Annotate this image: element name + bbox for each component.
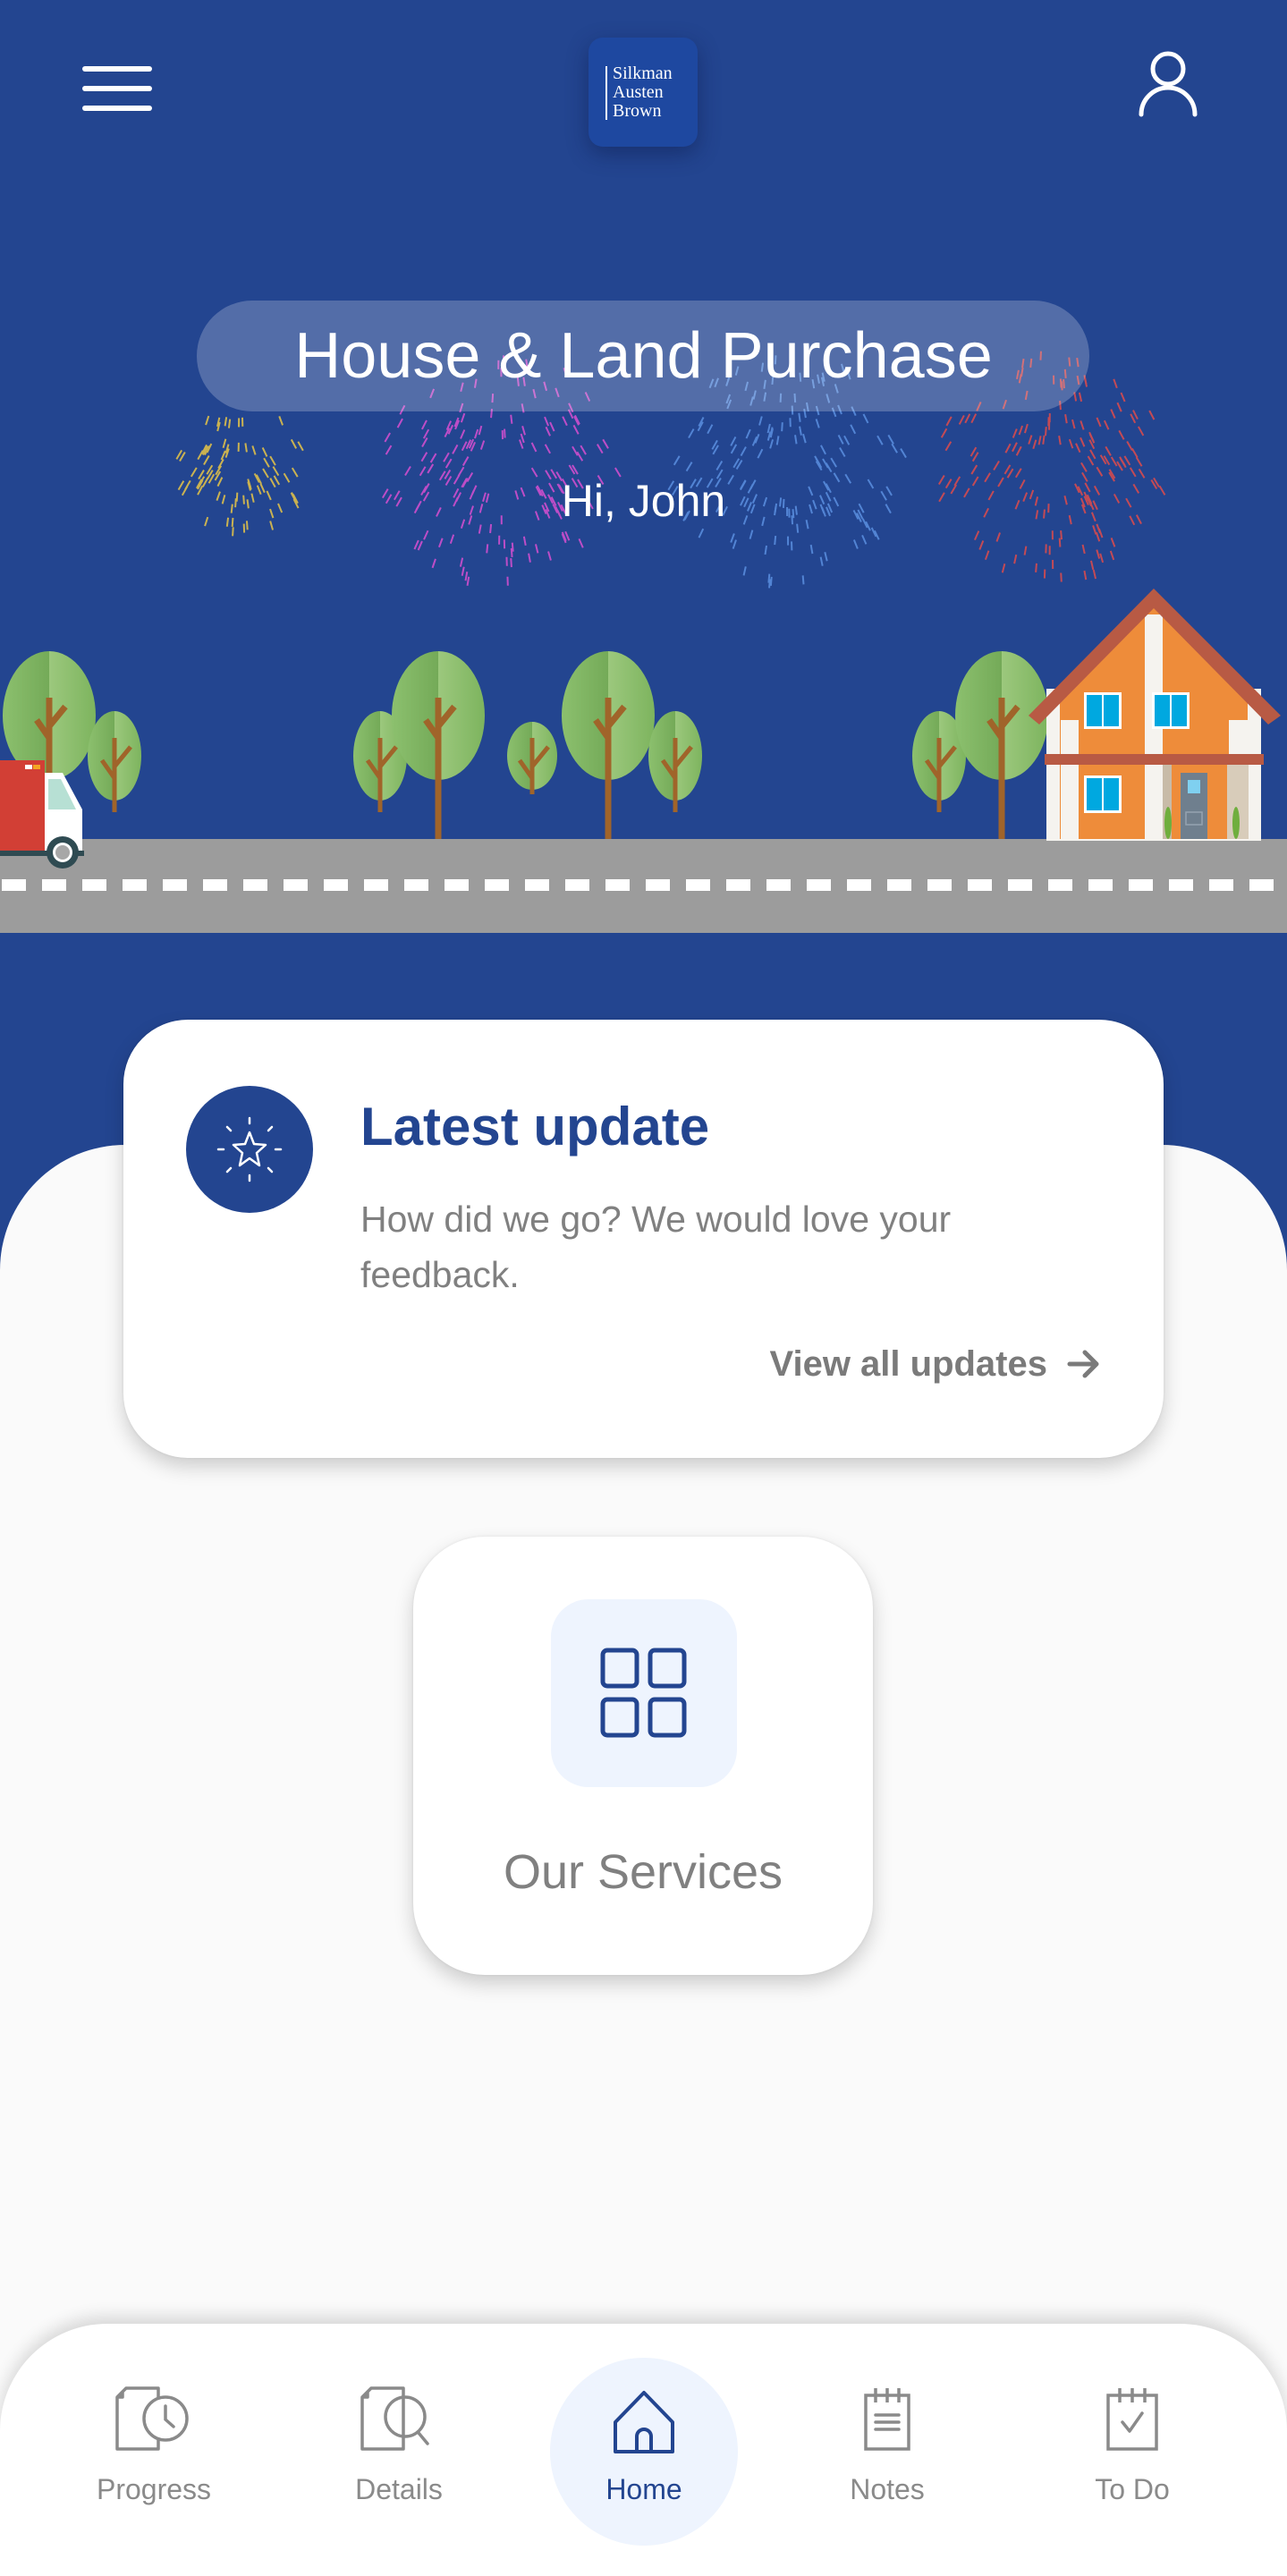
road-dash — [968, 879, 992, 891]
road-dash — [887, 879, 911, 891]
nav-label: Home — [605, 2473, 682, 2505]
services-icon-badge — [551, 1599, 737, 1787]
tree — [507, 722, 557, 794]
road-dash — [605, 879, 630, 891]
nav-item-home[interactable]: Home — [546, 2324, 742, 2576]
road-dash — [1048, 879, 1072, 891]
road-dash — [525, 879, 549, 891]
road-dash — [284, 879, 308, 891]
road-dash — [42, 879, 66, 891]
nav-label: Progress — [96, 2473, 212, 2505]
profile-button[interactable] — [1136, 50, 1198, 122]
road-dash — [2, 879, 26, 891]
road-dash — [1209, 879, 1233, 891]
logo-divider — [605, 66, 607, 120]
hamburger-menu-icon — [82, 66, 152, 72]
delivery-truck — [0, 760, 84, 869]
road-dash — [203, 879, 227, 891]
road-dash — [847, 879, 871, 891]
our-services-card[interactable]: Our Services — [413, 1537, 873, 1975]
home-icon — [614, 2391, 674, 2453]
road-dash — [1088, 879, 1113, 891]
arrow-right-icon — [1067, 1350, 1099, 1378]
road-dash — [243, 879, 267, 891]
bottom-navigation: Progress Details Home Notes To Do — [0, 2324, 1287, 2576]
grid-icon — [600, 1648, 687, 1738]
logo-text: Silkman Austen Brown — [613, 64, 673, 121]
house — [1029, 589, 1281, 841]
page-title: House & Land Purchase — [294, 320, 993, 392]
user-profile-icon — [1139, 51, 1198, 117]
road-dash — [927, 879, 952, 891]
nav-label: Notes — [850, 2473, 925, 2505]
road-dash — [565, 879, 589, 891]
logo-line-1: Silkman — [613, 64, 673, 83]
road-dash — [686, 879, 710, 891]
road-dash — [364, 879, 388, 891]
view-all-updates-label: View all updates — [769, 1344, 1048, 1384]
tree — [562, 651, 655, 839]
trees — [3, 651, 1048, 839]
notepad-icon — [864, 2388, 910, 2451]
road-dash — [646, 879, 670, 891]
road-dash — [324, 879, 348, 891]
nav-label: Details — [355, 2473, 443, 2505]
update-title: Latest update — [360, 1097, 710, 1157]
road-dash — [485, 879, 509, 891]
document-clock-icon — [115, 2386, 189, 2451]
nav-item-todo[interactable]: To Do — [1034, 2324, 1231, 2576]
logo-line-3: Brown — [613, 101, 662, 121]
road-dash — [1129, 879, 1153, 891]
road-dash — [1249, 879, 1274, 891]
checklist-icon — [1106, 2388, 1158, 2451]
tree — [392, 651, 485, 839]
hamburger-line — [82, 106, 152, 111]
road-dash — [123, 879, 147, 891]
nav-item-notes[interactable]: Notes — [789, 2324, 986, 2576]
update-body: How did we go? We would love your feedba… — [360, 1199, 952, 1295]
view-all-updates-link[interactable]: View all updates — [770, 1333, 1102, 1395]
road-dash — [766, 879, 791, 891]
nav-item-progress[interactable]: Progress — [55, 2324, 252, 2576]
company-logo: Silkman Austen Brown — [588, 38, 698, 147]
star-sparkle-icon — [216, 1116, 283, 1182]
road-dash — [807, 879, 831, 891]
neighborhood-illustration — [0, 589, 1287, 933]
document-search-icon — [360, 2386, 429, 2451]
tree — [955, 651, 1048, 839]
greeting-text: Hi, John — [561, 476, 726, 526]
road-dash — [1008, 879, 1032, 891]
nav-item-details[interactable]: Details — [301, 2324, 497, 2576]
nav-label: To Do — [1095, 2473, 1170, 2505]
update-icon-badge — [186, 1086, 313, 1213]
road-dash — [163, 879, 187, 891]
road-dash — [1169, 879, 1193, 891]
hamburger-line — [82, 86, 152, 91]
menu-button[interactable] — [82, 66, 154, 116]
road-dash — [726, 879, 750, 891]
road-dash — [82, 879, 106, 891]
tree — [648, 711, 702, 812]
services-label: Our Services — [503, 1845, 783, 1899]
latest-update-card: Latest update How did we go? We would lo… — [123, 1020, 1164, 1458]
road-dash — [404, 879, 428, 891]
tree — [88, 711, 141, 812]
logo-line-2: Austen — [613, 82, 664, 102]
road-dash — [445, 879, 469, 891]
